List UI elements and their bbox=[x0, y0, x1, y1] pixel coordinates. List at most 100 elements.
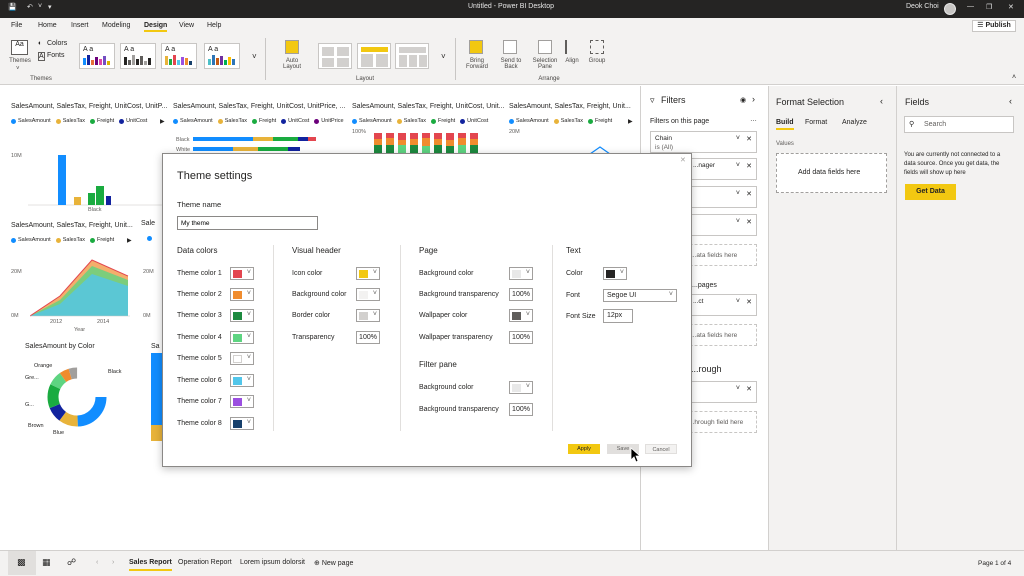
border-color-picker[interactable]: ˅ bbox=[356, 309, 380, 322]
publish-button[interactable]: ☰ Publish bbox=[972, 20, 1016, 32]
apply-button[interactable]: Apply bbox=[568, 444, 600, 454]
minimize-icon[interactable]: — bbox=[967, 3, 974, 10]
get-data-button[interactable]: Get Data bbox=[905, 184, 956, 200]
text-color-picker[interactable]: ˅ bbox=[603, 267, 627, 280]
chevron-down-icon[interactable]: ˅ bbox=[736, 162, 740, 169]
column-chart[interactable] bbox=[28, 150, 163, 210]
colors-icon[interactable]: ◐ bbox=[38, 40, 42, 47]
chevron-down-icon[interactable]: ˅ bbox=[736, 385, 740, 392]
collapse-format-icon[interactable]: ‹ bbox=[880, 96, 883, 106]
previous-page-icon[interactable]: ‹ bbox=[96, 559, 98, 566]
clear-filter-icon[interactable]: ✕ bbox=[746, 385, 752, 393]
menu-help[interactable]: Help bbox=[207, 22, 221, 29]
bring-forward-icon[interactable] bbox=[469, 40, 483, 54]
donut-chart[interactable] bbox=[44, 364, 110, 430]
collapse-filters-icon[interactable]: › bbox=[752, 94, 755, 104]
legend-next-icon[interactable]: ▶ bbox=[127, 237, 132, 244]
eye-icon[interactable]: ◉ bbox=[740, 96, 746, 104]
wallpaper-color-picker[interactable]: ˅ bbox=[509, 309, 533, 322]
model-view-icon[interactable]: ☍ bbox=[67, 557, 76, 568]
clear-filter-icon[interactable]: ✕ bbox=[746, 298, 752, 306]
header-transparency-input[interactable]: 100% bbox=[356, 331, 380, 344]
theme-thumbnail-1[interactable]: A a bbox=[79, 43, 115, 69]
theme-color-8-picker[interactable]: ˅ bbox=[230, 417, 254, 430]
tab-format[interactable]: Format bbox=[805, 119, 827, 126]
theme-color-2-picker[interactable]: ˅ bbox=[230, 288, 254, 301]
theme-thumbnail-3[interactable]: A a bbox=[161, 43, 197, 69]
close-icon[interactable]: ✕ bbox=[1008, 3, 1014, 11]
report-view-button[interactable]: ▩ bbox=[8, 551, 36, 575]
filter-pane-background-color-picker[interactable]: ˅ bbox=[509, 381, 533, 394]
menu-modeling[interactable]: Modeling bbox=[102, 22, 130, 29]
clear-filter-icon[interactable]: ✕ bbox=[746, 162, 752, 170]
tab-analyze[interactable]: Analyze bbox=[842, 119, 867, 126]
theme-color-6-picker[interactable]: ˅ bbox=[230, 374, 254, 387]
restore-icon[interactable]: ❐ bbox=[986, 3, 992, 11]
tab-build[interactable]: Build bbox=[776, 119, 794, 130]
auto-layout-button[interactable]: Auto Layout bbox=[278, 58, 306, 70]
more-options-icon[interactable]: … bbox=[750, 116, 757, 123]
stacked-100-column-chart[interactable] bbox=[372, 133, 502, 153]
menu-insert[interactable]: Insert bbox=[71, 22, 89, 29]
filter-card-chain[interactable]: Chain is (All) ˅ ✕ bbox=[650, 131, 757, 153]
auto-layout-icon[interactable] bbox=[285, 40, 299, 54]
tab-lorem-ipsum[interactable]: Lorem ipsum dolorsit bbox=[240, 559, 305, 566]
themes-gallery-more-icon[interactable]: ˅ bbox=[252, 52, 257, 61]
fonts-button[interactable]: Fonts bbox=[47, 52, 65, 59]
page-background-transparency-input[interactable]: 100% bbox=[509, 288, 533, 301]
wallpaper-transparency-input[interactable]: 100% bbox=[509, 331, 533, 344]
legend-next-icon[interactable]: ▶ bbox=[160, 118, 165, 125]
layout-option-1[interactable] bbox=[318, 43, 352, 69]
new-page-button[interactable]: ⊕ New page bbox=[314, 559, 353, 567]
menu-home[interactable]: Home bbox=[38, 22, 57, 29]
theme-thumbnail-4[interactable]: A a bbox=[204, 43, 240, 69]
undo-icon[interactable]: ↶ bbox=[27, 3, 33, 11]
fields-search-input[interactable]: ⚲ Search bbox=[904, 116, 1014, 133]
theme-color-7-picker[interactable]: ˅ bbox=[230, 395, 254, 408]
customize-toolbar-icon[interactable]: ▾ bbox=[48, 3, 52, 11]
menu-design[interactable]: Design bbox=[144, 22, 168, 32]
layout-option-2[interactable] bbox=[357, 43, 391, 69]
themes-button[interactable]: Themes bbox=[6, 58, 34, 64]
chevron-down-icon[interactable]: ˅ bbox=[736, 218, 740, 225]
layout-option-3[interactable] bbox=[395, 43, 429, 69]
send-to-back-icon[interactable] bbox=[503, 40, 517, 54]
page-background-color-picker[interactable]: ˅ bbox=[509, 267, 533, 280]
send-to-back-button[interactable]: Send to Back bbox=[497, 58, 525, 70]
menu-view[interactable]: View bbox=[179, 22, 194, 29]
avatar[interactable] bbox=[944, 3, 956, 15]
fonts-icon[interactable]: A bbox=[38, 52, 45, 61]
area-chart[interactable] bbox=[30, 256, 130, 318]
save-icon[interactable]: 💾 bbox=[8, 3, 17, 11]
font-size-input[interactable]: 12px bbox=[603, 309, 633, 323]
collapse-ribbon-icon[interactable]: ˄ bbox=[1012, 74, 1016, 81]
colors-button[interactable]: Colors bbox=[47, 40, 67, 47]
layout-gallery-more-icon[interactable]: ˅ bbox=[441, 52, 446, 61]
cancel-button[interactable]: Cancel bbox=[645, 444, 677, 454]
next-page-icon[interactable]: › bbox=[112, 559, 114, 566]
undo-dropdown-icon[interactable]: ˅ bbox=[38, 3, 42, 10]
collapse-fields-icon[interactable]: ‹ bbox=[1009, 96, 1012, 106]
theme-color-1-picker[interactable]: ˅ bbox=[230, 267, 254, 280]
tab-sales-report[interactable]: Sales Report bbox=[129, 559, 172, 571]
theme-color-3-picker[interactable]: ˅ bbox=[230, 309, 254, 322]
clear-filter-icon[interactable]: ✕ bbox=[746, 190, 752, 198]
group-button[interactable]: Group bbox=[586, 58, 608, 64]
align-button[interactable]: Align bbox=[562, 58, 582, 64]
themes-icon[interactable]: Aa bbox=[11, 40, 28, 55]
bar-chart[interactable] bbox=[193, 134, 323, 154]
chevron-down-icon[interactable]: ˅ bbox=[736, 298, 740, 305]
bring-forward-button[interactable]: Bring Forward bbox=[463, 58, 491, 70]
selection-pane-icon[interactable] bbox=[538, 40, 552, 54]
font-select[interactable]: Segoe UI ˅ bbox=[603, 289, 677, 302]
align-icon[interactable] bbox=[565, 40, 579, 54]
group-icon[interactable] bbox=[590, 40, 604, 54]
values-drop-zone[interactable]: Add data fields here bbox=[776, 153, 887, 193]
clear-filter-icon[interactable]: ✕ bbox=[746, 218, 752, 226]
chevron-down-icon[interactable]: ˅ bbox=[736, 135, 740, 142]
theme-name-input[interactable] bbox=[177, 216, 318, 230]
icon-color-picker[interactable]: ˅ bbox=[356, 267, 380, 280]
themes-dropdown-icon[interactable]: ˅ bbox=[16, 66, 20, 72]
header-background-color-picker[interactable]: ˅ bbox=[356, 288, 380, 301]
chevron-down-icon[interactable]: ˅ bbox=[736, 190, 740, 197]
